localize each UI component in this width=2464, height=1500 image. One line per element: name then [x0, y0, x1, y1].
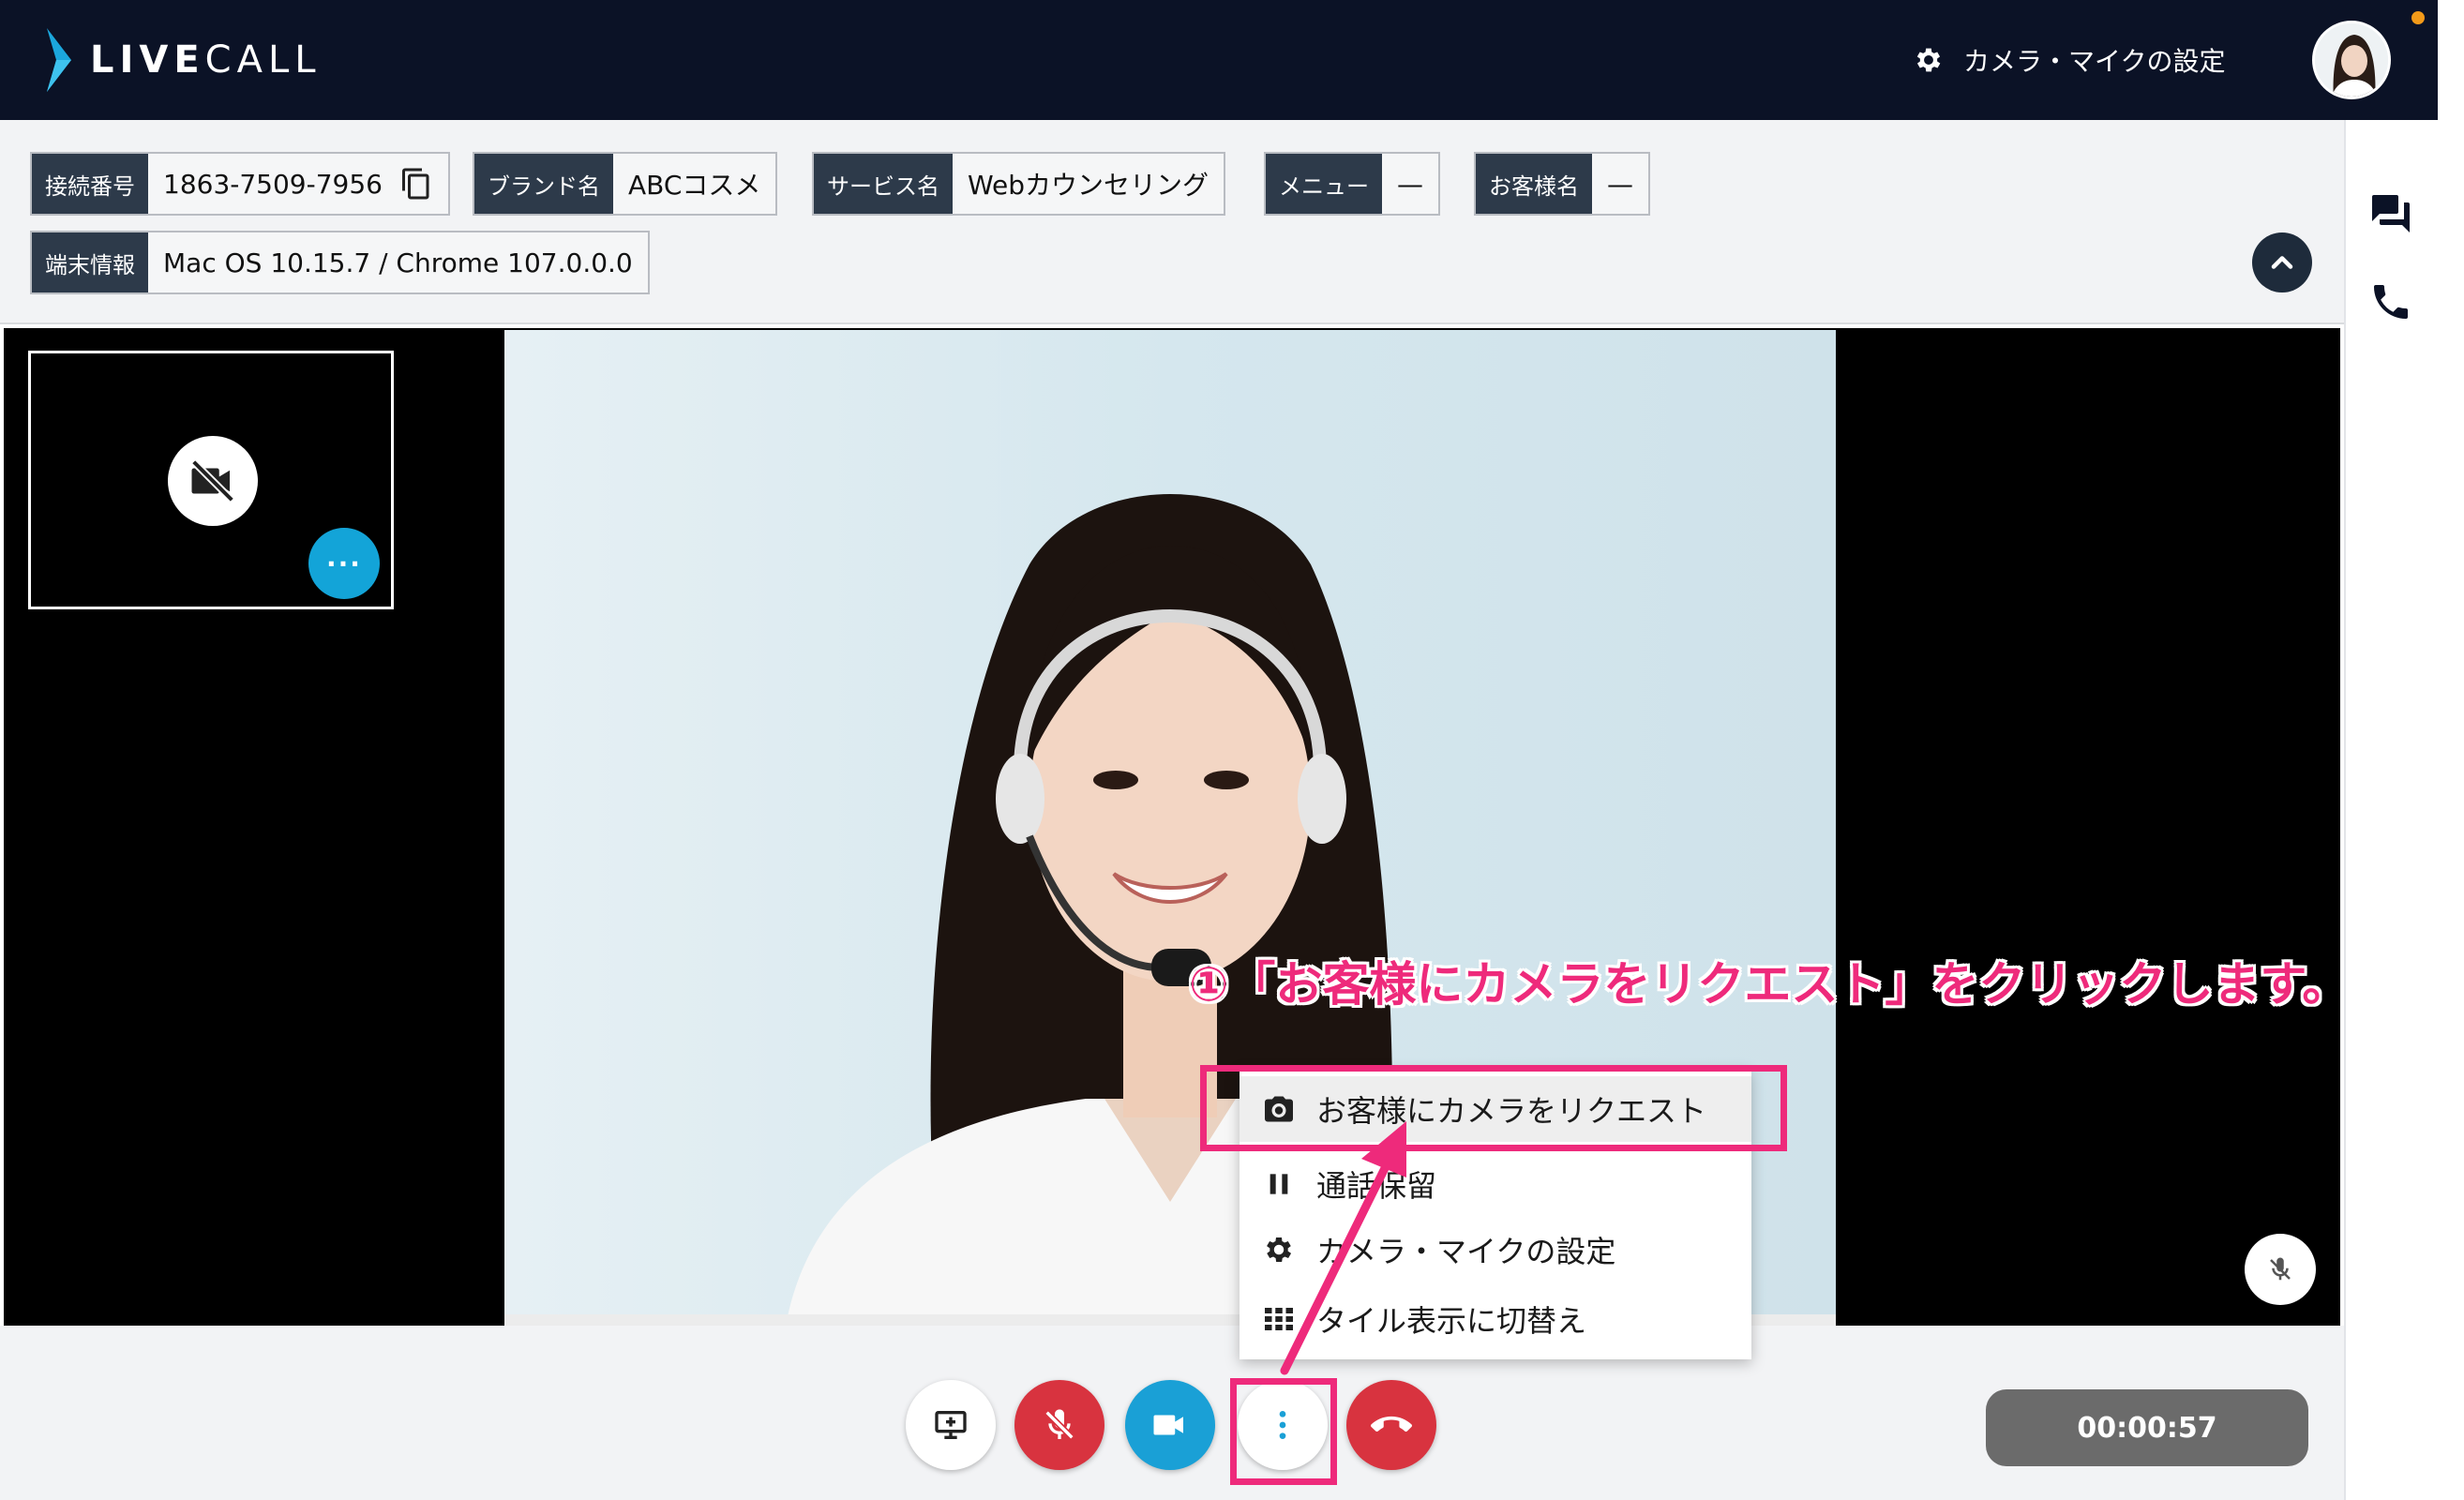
- livecall-logo[interactable]: LIVECALL: [43, 26, 322, 94]
- collapse-info-button[interactable]: [2252, 232, 2312, 292]
- camera-mic-settings-link[interactable]: カメラ・マイクの設定: [1913, 38, 2225, 82]
- copy-icon[interactable]: [399, 165, 433, 202]
- right-sidebar: [2344, 120, 2438, 1500]
- user-avatar[interactable]: [2312, 21, 2391, 99]
- device-info-field: 端末情報 Mac OS 10.15.7 / Chrome 107.0.0.0: [30, 231, 650, 294]
- pause-icon: [1262, 1167, 1296, 1201]
- menu-item-highlight-box: [1200, 1065, 1787, 1151]
- brand-name-label: ブランド名: [474, 154, 613, 214]
- brand-name-value: ABCコスメ: [613, 154, 776, 214]
- hang-up-button[interactable]: [1346, 1380, 1436, 1470]
- self-view-tile: ···: [28, 351, 394, 609]
- logo-chevron-icon: [47, 28, 71, 92]
- connection-number-value: 1863-7509-7956: [148, 154, 448, 214]
- gear-icon: [1916, 48, 1941, 72]
- chevron-up-icon: [2271, 256, 2293, 269]
- gear-icon: [1262, 1233, 1296, 1267]
- video-camera-icon: [1153, 1415, 1183, 1435]
- mute-mic-button[interactable]: [1014, 1380, 1104, 1470]
- menu-item-label: 通話保留: [1316, 1168, 1437, 1204]
- more-button-highlight-box: [1230, 1378, 1337, 1485]
- service-name-label: サービス名: [814, 154, 953, 214]
- phone-icon[interactable]: [2368, 279, 2413, 324]
- connection-number-label: 接続番号: [32, 154, 148, 214]
- menu-label: メニュー: [1266, 154, 1382, 214]
- hang-up-icon: [1371, 1416, 1412, 1432]
- camera-toggle-button[interactable]: [1125, 1380, 1215, 1470]
- device-info-label: 端末情報: [32, 232, 148, 292]
- customer-name-value: —: [1592, 154, 1648, 214]
- instruction-callout: ①「お客様にカメラをリクエスト」をクリックします。: [1189, 957, 2350, 1012]
- connection-number-field: 接続番号 1863-7509-7956: [30, 152, 450, 216]
- screen-share-button[interactable]: [906, 1380, 996, 1470]
- grid-icon: [1262, 1302, 1296, 1336]
- customer-name-field: お客様名 —: [1474, 152, 1650, 216]
- device-info-value: Mac OS 10.15.7 / Chrome 107.0.0.0: [148, 232, 648, 292]
- menu-item-label: カメラ・マイクの設定: [1316, 1234, 1616, 1269]
- avatar-person-image: [2315, 23, 2388, 97]
- service-name-value: Webカウンセリング: [953, 154, 1224, 214]
- customer-name-label: お客様名: [1476, 154, 1592, 214]
- camera-off-indicator: [168, 436, 258, 526]
- menu-field: メニュー —: [1264, 152, 1440, 216]
- top-header: LIVECALL カメラ・マイクの設定: [0, 0, 2438, 120]
- camera-mic-settings-item[interactable]: カメラ・マイクの設定: [1240, 1217, 1751, 1282]
- mic-off-icon: [1044, 1409, 1074, 1440]
- header-settings-label: カメラ・マイクの設定: [1963, 46, 2226, 77]
- menu-item-label: タイル表示に切替え: [1316, 1303, 1587, 1339]
- remote-mic-off-indicator: [2245, 1234, 2316, 1305]
- logo-text: LIVECALL: [90, 38, 322, 82]
- hold-call-item[interactable]: 通話保留: [1240, 1151, 1751, 1217]
- app-root: LIVECALL カメラ・マイクの設定 接続番号 1863-7509-7956 …: [0, 0, 2464, 1500]
- video-off-icon: [190, 458, 235, 503]
- screen-share-icon: [935, 1411, 967, 1439]
- switch-tile-view-item[interactable]: タイル表示に切替え: [1240, 1286, 1751, 1352]
- self-view-more-button[interactable]: ···: [308, 528, 380, 599]
- chat-icon[interactable]: [2368, 188, 2413, 232]
- mic-off-icon: [2270, 1257, 2291, 1281]
- brand-name-field: ブランド名 ABCコスメ: [473, 152, 778, 216]
- service-name-field: サービス名 Webカウンセリング: [812, 152, 1226, 216]
- call-timer: 00:00:57: [1986, 1389, 2308, 1466]
- notification-dot: [2411, 11, 2425, 24]
- more-dots-icon: ···: [326, 548, 362, 579]
- menu-value: —: [1382, 154, 1438, 214]
